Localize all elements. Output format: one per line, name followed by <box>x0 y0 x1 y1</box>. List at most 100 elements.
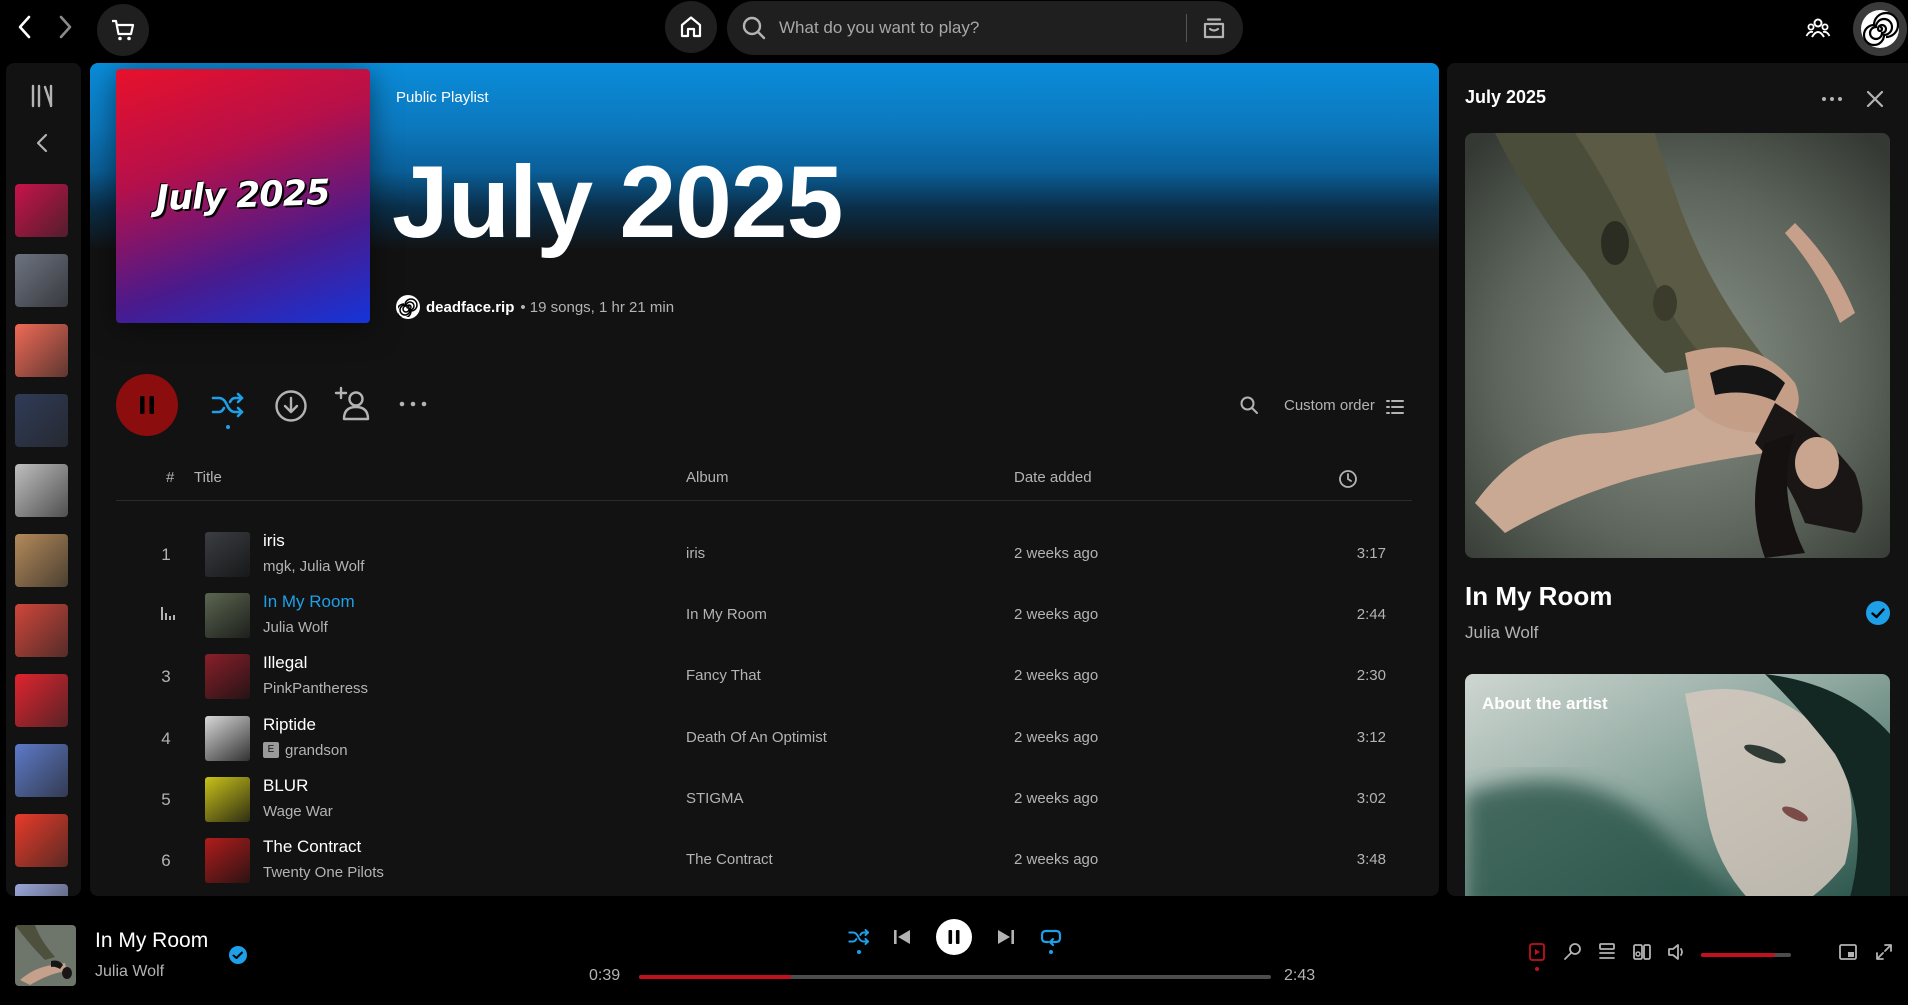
library-playlist-thumb[interactable] <box>15 884 68 896</box>
home-button[interactable] <box>665 1 717 53</box>
playlist-cover[interactable]: July 2025 <box>116 69 370 323</box>
track-title[interactable]: iris <box>263 531 285 551</box>
track-number: 4 <box>161 728 171 748</box>
playback-progress-bar[interactable] <box>639 975 1271 979</box>
track-row[interactable]: In My Room Julia Wolf In My Room 2 weeks ag… <box>116 585 1412 646</box>
track-artist-name[interactable]: Wage War <box>263 803 333 820</box>
library-playlist-thumb[interactable] <box>15 254 68 307</box>
collapse-arrow-icon[interactable] <box>32 132 54 154</box>
library-playlist-thumb[interactable] <box>15 604 68 657</box>
add-collaborator-icon[interactable] <box>334 385 372 423</box>
friend-activity-icon[interactable] <box>1805 16 1831 42</box>
track-artist[interactable]: Twenty One Pilots <box>263 864 384 881</box>
track-date-added: 2 weeks ago <box>1014 851 1099 868</box>
track-album[interactable]: iris <box>686 545 705 562</box>
library-playlist-thumb[interactable] <box>15 814 68 867</box>
next-track-icon[interactable] <box>996 927 1016 947</box>
library-playlist-thumb[interactable] <box>15 184 68 237</box>
column-title[interactable]: Title <box>194 469 222 486</box>
track-title[interactable]: BLUR <box>263 776 308 796</box>
track-artist-name[interactable]: PinkPantheress <box>263 680 368 697</box>
owner-avatar[interactable] <box>396 295 420 319</box>
track-artist-name[interactable]: grandson <box>285 742 348 759</box>
now-playing-artwork[interactable] <box>1465 133 1890 558</box>
search-in-playlist-icon[interactable] <box>1239 395 1259 415</box>
track-artist[interactable]: Egrandson <box>263 742 348 759</box>
library-playlist-thumb[interactable] <box>15 674 68 727</box>
column-album[interactable]: Album <box>686 469 729 486</box>
track-artist[interactable]: mgk, Julia Wolf <box>263 558 364 575</box>
miniplayer-icon[interactable] <box>1838 942 1858 962</box>
list-view-icon[interactable] <box>1386 399 1404 415</box>
sort-dropdown[interactable]: Custom order <box>1284 397 1375 414</box>
track-title[interactable]: Riptide <box>263 715 316 735</box>
track-artist-name[interactable]: Julia Wolf <box>263 619 328 636</box>
connect-device-icon[interactable] <box>1632 942 1652 962</box>
owner-name-link[interactable]: deadface.rip <box>426 299 514 316</box>
shuffle-icon[interactable] <box>211 390 245 420</box>
previous-track-icon[interactable] <box>892 927 912 947</box>
fullscreen-icon[interactable] <box>1874 942 1894 962</box>
track-title[interactable]: In My Room <box>263 592 355 612</box>
track-album[interactable]: The Contract <box>686 851 773 868</box>
browse-icon[interactable] <box>1201 15 1227 41</box>
queue-icon[interactable] <box>1597 942 1617 962</box>
added-check-icon[interactable] <box>1865 600 1891 626</box>
track-artist[interactable]: Julia Wolf <box>263 619 328 636</box>
track-artist-name[interactable]: mgk, Julia Wolf <box>263 558 364 575</box>
repeat-active-dot <box>1049 950 1053 954</box>
panel-artist-name[interactable]: Julia Wolf <box>1465 623 1538 643</box>
now-playing-artist[interactable]: Julia Wolf <box>95 963 164 981</box>
volume-slider[interactable] <box>1701 953 1791 957</box>
track-row[interactable]: 6 The Contract Twenty One Pilots The Contra… <box>116 830 1412 891</box>
back-arrow-icon[interactable] <box>12 12 38 42</box>
track-album[interactable]: In My Room <box>686 606 767 623</box>
track-album[interactable]: STIGMA <box>686 790 744 807</box>
now-playing-title[interactable]: In My Room <box>95 929 208 953</box>
pause-button[interactable] <box>116 374 178 436</box>
track-row[interactable]: 5 BLUR Wage War STIGMA 2 weeks ago 3:02 <box>116 769 1412 830</box>
download-icon[interactable] <box>274 389 308 423</box>
track-title[interactable]: The Contract <box>263 837 361 857</box>
column-number: # <box>166 469 175 486</box>
playlist-owner-line: deadface.rip • 19 songs, 1 hr 21 min <box>396 295 674 319</box>
cart-button[interactable] <box>97 4 149 56</box>
track-row[interactable]: 3 Illegal PinkPantheress Fancy That 2 weeks … <box>116 646 1412 707</box>
more-options-icon[interactable] <box>398 400 428 408</box>
track-artwork <box>205 532 250 577</box>
forward-arrow-icon[interactable] <box>52 12 78 42</box>
panel-song-title[interactable]: In My Room <box>1465 581 1612 612</box>
track-row[interactable]: 1 iris mgk, Julia Wolf iris 2 weeks ago 3:17 <box>116 524 1412 585</box>
panel-more-icon[interactable] <box>1820 87 1844 111</box>
search-bar[interactable] <box>727 1 1243 55</box>
track-artist[interactable]: Wage War <box>263 803 333 820</box>
library-icon[interactable] <box>29 82 57 110</box>
now-playing-view-icon[interactable] <box>1527 942 1547 962</box>
column-date-added[interactable]: Date added <box>1014 469 1092 486</box>
profile-avatar[interactable] <box>1853 2 1907 56</box>
library-playlist-thumb[interactable] <box>15 324 68 377</box>
play-pause-button[interactable] <box>936 919 972 955</box>
now-playing-thumbnail[interactable] <box>15 925 76 986</box>
search-input[interactable] <box>779 1 1159 55</box>
lyrics-icon[interactable] <box>1562 942 1582 962</box>
track-album[interactable]: Death Of An Optimist <box>686 729 827 746</box>
library-playlist-thumb[interactable] <box>15 464 68 517</box>
shuffle-icon[interactable] <box>848 927 870 947</box>
track-artist[interactable]: PinkPantheress <box>263 680 368 697</box>
about-the-artist-card[interactable]: About the artist <box>1465 674 1890 896</box>
track-row[interactable]: 4 Riptide Egrandson Death Of An Optimist 2 w… <box>116 708 1412 769</box>
added-check-icon[interactable] <box>228 945 248 965</box>
library-playlist-thumb[interactable] <box>15 744 68 797</box>
library-playlist-thumb[interactable] <box>15 534 68 587</box>
repeat-icon[interactable] <box>1040 927 1062 947</box>
track-date-added: 2 weeks ago <box>1014 606 1099 624</box>
track-artist-name[interactable]: Twenty One Pilots <box>263 864 384 881</box>
player-bar: In My Room Julia Wolf 0:39 2:43 <box>0 905 1908 1005</box>
volume-icon[interactable] <box>1667 942 1687 962</box>
library-playlist-thumb[interactable] <box>15 394 68 447</box>
close-icon[interactable] <box>1863 87 1887 111</box>
track-album[interactable]: Fancy That <box>686 667 761 684</box>
track-title[interactable]: Illegal <box>263 653 307 673</box>
panel-title[interactable]: July 2025 <box>1465 87 1546 108</box>
